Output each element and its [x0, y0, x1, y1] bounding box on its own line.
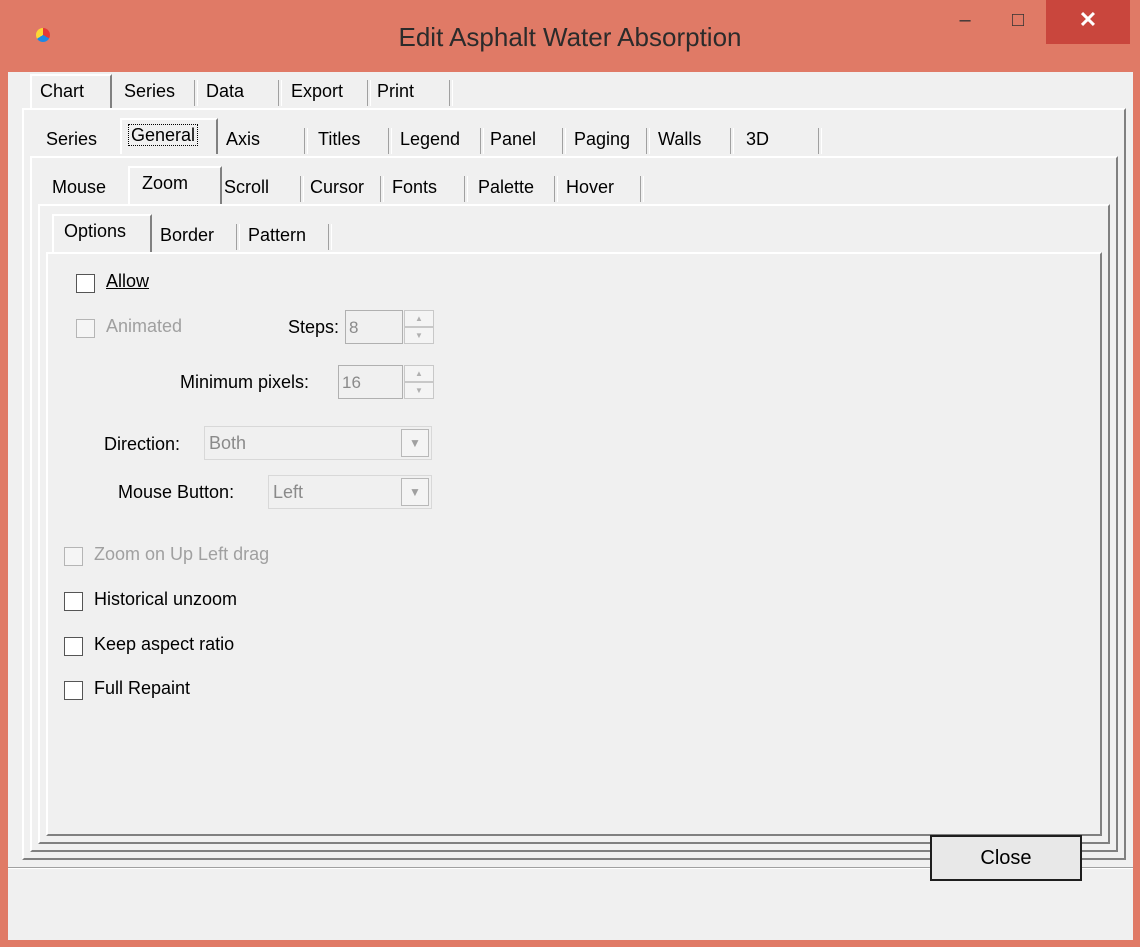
- tab-label: Palette: [478, 177, 535, 197]
- tab-hover[interactable]: Hover: [558, 172, 644, 202]
- close-button[interactable]: Close: [930, 835, 1082, 881]
- steps-input[interactable]: 8: [345, 310, 403, 344]
- tab-label: General: [128, 124, 199, 146]
- steps-label: Steps:: [288, 317, 340, 337]
- tab-label: Legend: [400, 129, 461, 149]
- tab-general[interactable]: General: [120, 118, 218, 154]
- dialog-client: Chart Series Data Export Print Series Ge…: [8, 72, 1133, 940]
- title-bar[interactable]: Edit Asphalt Water Absorption – □ ✕: [0, 0, 1140, 72]
- direction-select[interactable]: Both ▼: [204, 426, 432, 460]
- spin-up-icon[interactable]: ▲: [404, 365, 434, 382]
- tab-label: Data: [206, 81, 245, 101]
- full-repaint-checkbox[interactable]: [64, 681, 83, 700]
- direction-value: Both: [209, 433, 247, 453]
- mouse-button-value: Left: [273, 482, 304, 502]
- minimize-button[interactable]: –: [945, 0, 985, 44]
- tab-label: Options: [64, 221, 127, 241]
- steps-spinner[interactable]: ▲ ▼: [404, 310, 434, 346]
- tab-cursor[interactable]: Cursor: [304, 172, 384, 202]
- chevron-down-icon[interactable]: ▼: [401, 478, 429, 506]
- close-window-button[interactable]: ✕: [1046, 0, 1130, 44]
- tab-label: Mouse: [52, 177, 107, 197]
- allow-label: Allow: [106, 271, 150, 291]
- maximize-button[interactable]: □: [998, 0, 1038, 44]
- tab-scroll[interactable]: Scroll: [222, 172, 304, 202]
- tab-pattern[interactable]: Pattern: [240, 220, 332, 250]
- tab-fonts[interactable]: Fonts: [384, 172, 468, 202]
- tab-label: Titles: [318, 129, 361, 149]
- tab-titles[interactable]: Titles: [308, 124, 392, 154]
- tab-options[interactable]: Options: [52, 214, 152, 252]
- tab-label: Zoom: [142, 173, 189, 193]
- spin-up-icon[interactable]: ▲: [404, 310, 434, 327]
- zoom-up-left-label: Zoom on Up Left drag: [94, 544, 270, 564]
- min-pixels-input[interactable]: 16: [338, 365, 403, 399]
- tab-label: 3D: [746, 129, 770, 149]
- mouse-button-select[interactable]: Left ▼: [268, 475, 432, 509]
- tab-label: Border: [160, 225, 215, 245]
- dialog-window: Edit Asphalt Water Absorption – □ ✕ Char…: [0, 0, 1140, 947]
- tab-3d[interactable]: 3D: [734, 124, 822, 154]
- tab-label: Walls: [658, 129, 702, 149]
- tab-axis[interactable]: Axis: [220, 124, 308, 154]
- tab-data[interactable]: Data: [200, 76, 282, 106]
- tab-mouse[interactable]: Mouse: [44, 172, 128, 202]
- direction-label: Direction:: [104, 434, 181, 454]
- tab-label: Scroll: [224, 177, 270, 197]
- full-repaint-label: Full Repaint: [94, 678, 191, 698]
- tab-zoom[interactable]: Zoom: [128, 166, 222, 204]
- min-pixels-spinner[interactable]: ▲ ▼: [404, 365, 434, 401]
- spin-down-icon[interactable]: ▼: [404, 382, 434, 399]
- animated-label: Animated: [106, 316, 183, 336]
- tab-series[interactable]: Series: [38, 124, 122, 154]
- tab-legend[interactable]: Legend: [392, 124, 484, 154]
- mouse-button-label: Mouse Button:: [118, 482, 235, 502]
- tab-walls[interactable]: Walls: [650, 124, 734, 154]
- min-pixels-label: Minimum pixels:: [180, 372, 310, 392]
- chevron-down-icon[interactable]: ▼: [401, 429, 429, 457]
- historical-unzoom-label: Historical unzoom: [94, 589, 238, 609]
- allow-checkbox[interactable]: [76, 274, 95, 293]
- keep-aspect-label: Keep aspect ratio: [94, 634, 235, 654]
- tab-paging[interactable]: Paging: [566, 124, 650, 154]
- tab-label: Pattern: [248, 225, 307, 245]
- tab-series-main[interactable]: Series: [116, 76, 198, 106]
- tab-border[interactable]: Border: [154, 220, 240, 250]
- tab-label: Chart: [40, 81, 85, 101]
- historical-unzoom-checkbox[interactable]: [64, 592, 83, 611]
- tab-label: Paging: [574, 129, 631, 149]
- tab-label: Export: [291, 81, 344, 101]
- tab-export[interactable]: Export: [283, 76, 371, 106]
- tab-label: Fonts: [392, 177, 438, 197]
- tab-print[interactable]: Print: [371, 76, 453, 106]
- tab-label: Cursor: [310, 177, 365, 197]
- tab-label: Axis: [226, 129, 261, 149]
- tab-palette[interactable]: Palette: [468, 172, 558, 202]
- tab-label: Series: [124, 81, 176, 101]
- tab-chart[interactable]: Chart: [30, 74, 112, 108]
- tab-label: Print: [377, 81, 415, 101]
- spin-down-icon[interactable]: ▼: [404, 327, 434, 344]
- tab-label: Series: [46, 129, 98, 149]
- animated-checkbox[interactable]: [76, 319, 95, 338]
- tab-label: Hover: [566, 177, 615, 197]
- tab-panel[interactable]: Panel: [484, 124, 566, 154]
- zoom-up-left-checkbox[interactable]: [64, 547, 83, 566]
- tab-label: Panel: [490, 129, 537, 149]
- keep-aspect-checkbox[interactable]: [64, 637, 83, 656]
